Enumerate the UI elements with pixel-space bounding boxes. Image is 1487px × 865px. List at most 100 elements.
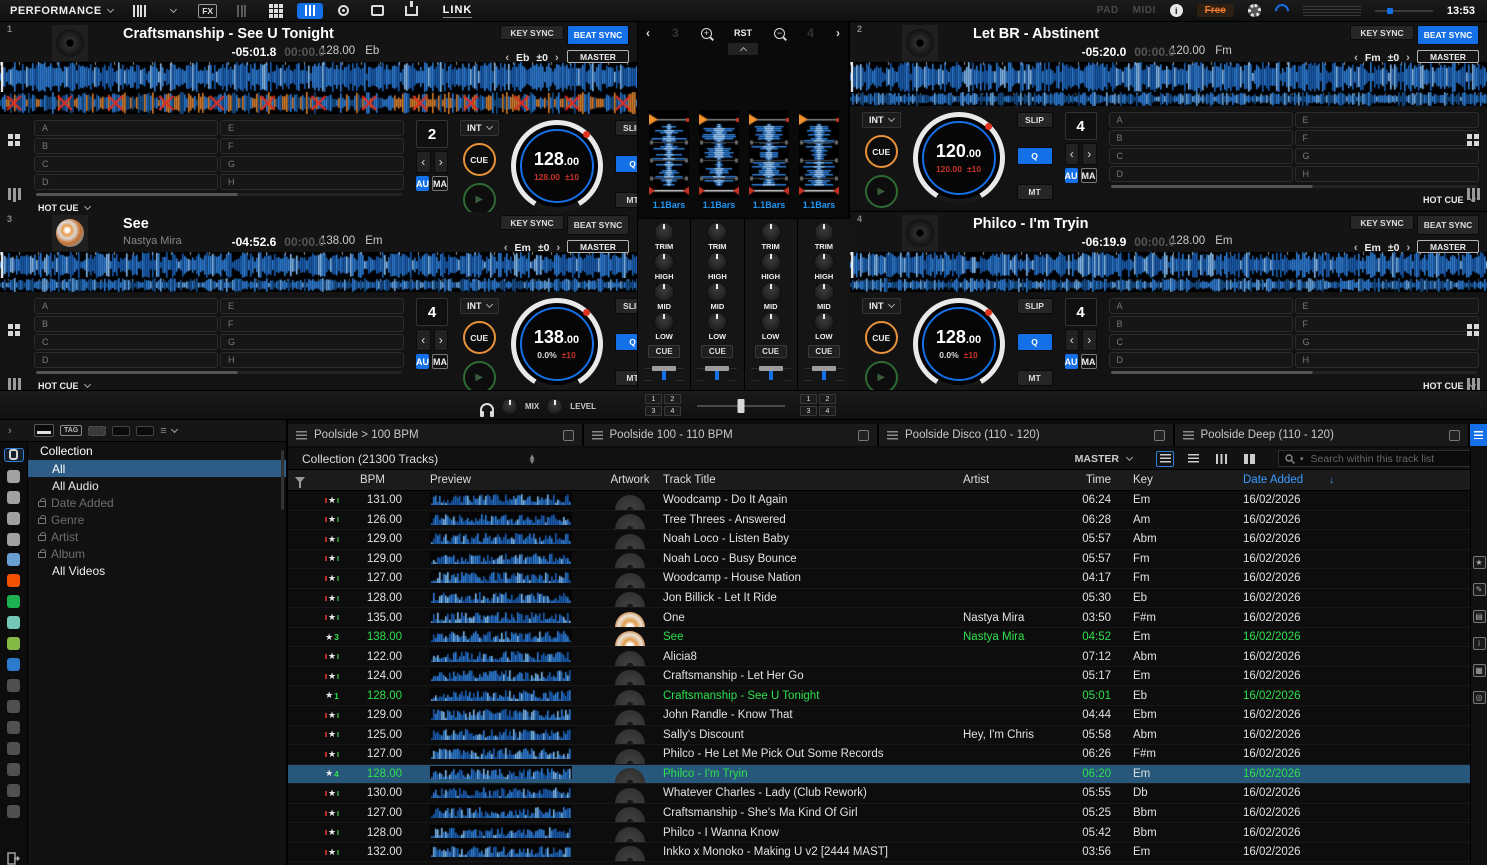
hot-cue-slot-C[interactable]: C xyxy=(34,156,218,172)
au-button[interactable]: AU xyxy=(416,354,429,369)
channel-fader[interactable] xyxy=(751,362,791,390)
beat-sync-button[interactable]: BEAT SYNC xyxy=(1417,25,1479,45)
rail-folder-icon[interactable] xyxy=(4,805,24,818)
preview-cell[interactable] xyxy=(412,825,597,841)
preview-cell[interactable] xyxy=(412,707,597,723)
link-panel-icon[interactable]: ◎ xyxy=(1473,691,1486,704)
key-shift-right-arrow[interactable]: › xyxy=(1406,52,1410,64)
preview-cell[interactable] xyxy=(412,570,597,586)
high-knob[interactable] xyxy=(815,253,833,271)
rating-cell[interactable]: ★ xyxy=(312,729,352,740)
tab-1[interactable]: Poolside > 100 BPM xyxy=(288,424,584,446)
tab-2[interactable]: Poolside 100 - 110 BPM xyxy=(584,424,880,446)
preview-cell[interactable] xyxy=(412,629,597,645)
table-row[interactable]: ★131.00Woodcamp - Do It Again06:24Em16/0… xyxy=(288,491,1470,511)
key-shift-control[interactable]: ‹Eb±0› xyxy=(500,50,564,65)
rating-cell[interactable]: ★ xyxy=(312,827,352,838)
assign-pad-1[interactable]: 1 xyxy=(800,394,817,404)
tree-item-album[interactable]: Album xyxy=(28,545,286,562)
filter-slot-1[interactable] xyxy=(88,426,106,436)
hot-cue-slot-E[interactable]: E xyxy=(220,298,404,314)
ma-button[interactable]: MA xyxy=(1081,168,1097,183)
cue-button[interactable]: CUE xyxy=(865,135,898,168)
rail-spotify-icon[interactable] xyxy=(4,595,24,608)
fader-handle[interactable] xyxy=(759,366,783,371)
mode-selector[interactable]: PERFORMANCE xyxy=(0,5,123,17)
rating-cell[interactable]: ★ xyxy=(312,788,352,799)
hot-cue-slot-E[interactable]: E xyxy=(220,120,404,136)
midi-mode-label[interactable]: MIDI xyxy=(1133,5,1156,16)
channel-fader[interactable] xyxy=(697,362,737,390)
trim-knob[interactable] xyxy=(762,223,780,241)
rail-inflyte-icon[interactable] xyxy=(4,679,24,692)
active-list-view-icon[interactable] xyxy=(1470,424,1487,446)
crossfader[interactable] xyxy=(697,399,785,413)
fader-handle[interactable] xyxy=(705,366,729,371)
int-mode-dropdown[interactable]: INT xyxy=(862,298,901,314)
next-deck-arrow[interactable]: › xyxy=(836,26,840,40)
beat-sync-button[interactable]: BEAT SYNC xyxy=(567,215,629,235)
collapse-sidebar-arrow[interactable]: › xyxy=(8,425,28,437)
filter-funnel-icon[interactable] xyxy=(295,477,305,483)
rail-collection-icon[interactable] xyxy=(4,448,24,462)
channel-cue-button[interactable]: CUE xyxy=(808,345,840,358)
table-row[interactable]: ★125.00Sally's DiscountHey, I'm Chris05:… xyxy=(288,726,1470,746)
rating-cell[interactable]: ★ xyxy=(312,573,352,584)
play-button[interactable]: ▶ xyxy=(865,175,898,208)
export-button[interactable] xyxy=(399,3,425,19)
low-knob[interactable] xyxy=(655,313,673,331)
pad-grid-icon[interactable] xyxy=(8,324,20,336)
search-input[interactable] xyxy=(1309,452,1459,466)
rail-devices-icon[interactable] xyxy=(4,721,24,734)
quantize-button[interactable]: Q xyxy=(1017,333,1053,351)
view-columns-button[interactable] xyxy=(1212,451,1230,467)
key-shift-left-arrow[interactable]: ‹ xyxy=(1354,242,1358,254)
tree-item-all-audio[interactable]: All Audio xyxy=(28,477,286,494)
filter-slot-3[interactable] xyxy=(136,426,154,436)
preview-cell[interactable] xyxy=(412,610,597,626)
table-row[interactable]: ★127.00Craftsmanship - She's Ma Kind Of … xyxy=(288,804,1470,824)
hot-cue-slot-D[interactable]: D xyxy=(34,174,218,190)
rating-cell[interactable]: ★ xyxy=(312,534,352,545)
preview-cell[interactable] xyxy=(412,805,597,821)
video-panel-button[interactable] xyxy=(365,3,391,19)
int-mode-dropdown[interactable]: INT xyxy=(460,298,499,314)
high-knob[interactable] xyxy=(708,253,726,271)
table-row[interactable]: ★124.00Craftsmanship - Let Her Go05:17Em… xyxy=(288,667,1470,687)
int-mode-dropdown[interactable]: INT xyxy=(862,112,901,128)
assign-pad-2[interactable]: 2 xyxy=(819,394,836,404)
channel-fader[interactable] xyxy=(644,362,684,390)
table-row[interactable]: ★128.00Philco - I Wanna Know05:42Bbm16/0… xyxy=(288,823,1470,843)
hot-cue-slot-G[interactable]: G xyxy=(220,156,404,172)
tree-scrollbar[interactable] xyxy=(281,450,284,510)
rail-playlist-clipboard-icon[interactable] xyxy=(4,763,24,776)
table-row[interactable]: ★127.00Woodcamp - House Nation04:17Fm16/… xyxy=(288,569,1470,589)
tab-detach-icon[interactable] xyxy=(858,430,869,441)
hot-cue-slot-H[interactable]: H xyxy=(220,352,404,368)
tab-detach-icon[interactable] xyxy=(1154,430,1165,441)
info-icon[interactable]: i xyxy=(1170,4,1183,17)
hot-cue-mode-dropdown[interactable]: HOT CUE xyxy=(1109,191,1479,209)
key-shift-left-arrow[interactable]: ‹ xyxy=(505,52,509,64)
jog-wheel[interactable]: 128.00128.00±10 xyxy=(511,120,603,212)
cue-button[interactable]: CUE xyxy=(463,321,496,354)
fader-handle[interactable] xyxy=(652,366,676,371)
hot-cue-slot-B[interactable]: B xyxy=(34,138,218,154)
key-sync-button[interactable]: KEY SYNC xyxy=(500,25,564,40)
rail-beatport-icon[interactable] xyxy=(4,637,24,650)
edit-pencil-icon[interactable]: ✎ xyxy=(1473,583,1486,596)
headphone-level-knob[interactable] xyxy=(547,399,562,414)
fx-panel-button[interactable]: FX xyxy=(195,3,221,19)
hot-cue-scrollbar[interactable] xyxy=(36,193,402,196)
hot-cue-slot-D[interactable]: D xyxy=(1109,166,1293,182)
sort-arrows-icon[interactable]: ▲▼ xyxy=(528,454,536,464)
slip-button[interactable]: SLIP xyxy=(1017,112,1053,128)
rail-histories-icon[interactable] xyxy=(4,784,24,797)
plan-badge[interactable]: Free xyxy=(1197,4,1234,17)
pad-grid-button[interactable] xyxy=(263,3,289,19)
table-row[interactable]: ★129.00Noah Loco - Busy Bounce05:57Fm16/… xyxy=(288,550,1470,570)
assign-pad-3[interactable]: 3 xyxy=(645,406,662,416)
low-knob[interactable] xyxy=(762,313,780,331)
cue-button[interactable]: CUE xyxy=(865,321,898,354)
rating-cell[interactable]: ★ xyxy=(312,553,352,564)
